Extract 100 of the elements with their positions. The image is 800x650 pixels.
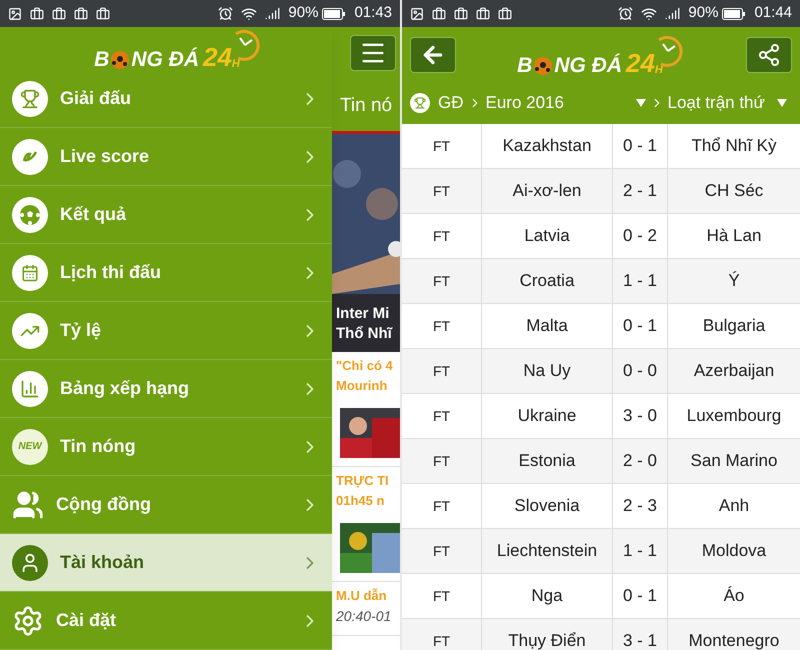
match-score: 0 - 1 xyxy=(613,304,668,348)
match-status: FT xyxy=(402,484,482,528)
new-badge: NEW xyxy=(12,428,48,464)
match-score: 1 - 1 xyxy=(613,529,668,573)
menu-label: Live score xyxy=(60,145,150,168)
menu-label: Bảng xếp hạng xyxy=(60,377,190,400)
match-row[interactable]: FT Kazakhstan 0 - 1 Thổ Nhĩ Kỳ xyxy=(402,124,800,169)
share-button[interactable] xyxy=(746,36,792,72)
briefcase-icon xyxy=(454,6,468,20)
match-score: 2 - 1 xyxy=(613,169,668,213)
match-row[interactable]: FT Liechtenstein 1 - 1 Moldova xyxy=(402,529,800,574)
gallery-icon xyxy=(8,6,22,20)
match-row[interactable]: FT Estonia 2 - 0 San Marino xyxy=(402,439,800,484)
menu-label: Kết quả xyxy=(60,203,128,226)
menu-icon xyxy=(12,80,48,116)
briefcase-icon xyxy=(96,6,110,20)
logo-number: 24 xyxy=(626,50,655,76)
menu-item[interactable]: Tài khoản xyxy=(0,534,332,592)
account-icon xyxy=(12,544,48,580)
match-row[interactable]: FT Latvia 0 - 2 Hà Lan xyxy=(402,214,800,259)
menu-label: Lịch thi đấu xyxy=(60,261,162,284)
wifi-icon xyxy=(241,6,258,22)
away-team: Anh xyxy=(718,495,750,518)
match-score: 3 - 1 xyxy=(613,619,668,650)
menu-label: Cộng đồng xyxy=(56,493,152,516)
menu-icon xyxy=(12,312,48,348)
match-row[interactable]: FT Slovenia 2 - 3 Anh xyxy=(402,484,800,529)
match-status: FT xyxy=(402,259,482,303)
menu-label: Cài đặt xyxy=(56,609,118,632)
menu-button[interactable] xyxy=(350,35,396,71)
breadcrumb-root: GĐ xyxy=(438,92,464,114)
match-score: 3 - 0 xyxy=(613,394,668,438)
home-team: Nga xyxy=(482,574,613,618)
match-row[interactable]: FT Nga 0 - 1 Áo xyxy=(402,574,800,619)
away-team: San Marino xyxy=(690,450,778,472)
away-team: Hà Lan xyxy=(706,225,762,248)
match-status: FT xyxy=(402,394,482,438)
match-status: FT xyxy=(402,439,482,483)
article-title: 01h45 n xyxy=(336,492,386,510)
dropdown-icon xyxy=(636,99,646,107)
menu-icon xyxy=(12,254,48,290)
briefcase-icon xyxy=(498,6,512,20)
article-title: Mourinh xyxy=(336,377,388,395)
clock-time: 01:43 xyxy=(354,3,392,24)
match-row[interactable]: FT Ukraine 3 - 0 Luxembourg xyxy=(402,394,800,439)
menu-icon xyxy=(12,138,48,174)
battery-percent: 90% xyxy=(288,3,318,24)
share-icon xyxy=(757,42,781,66)
alarm-icon xyxy=(618,6,634,21)
match-row[interactable]: FT Ai-xơ-len 2 - 1 CH Séc xyxy=(402,169,800,214)
match-row[interactable]: FT Thụy Điển 3 - 1 Montenegro xyxy=(402,619,800,650)
logo-text: NG ĐÁ xyxy=(131,48,199,70)
section-title: Tin nó xyxy=(340,94,392,118)
menu-icon xyxy=(12,196,48,232)
home-team: Slovenia xyxy=(482,484,613,528)
match-score: 2 - 0 xyxy=(613,439,668,483)
home-team: Latvia xyxy=(482,214,613,258)
match-row[interactable]: FT Na Uy 0 - 0 Azerbaijan xyxy=(402,349,800,394)
settings-icon xyxy=(12,604,44,636)
briefcase-icon xyxy=(432,6,446,20)
logo-number: 24 xyxy=(202,44,232,70)
logo-suffix: H xyxy=(232,58,240,70)
article-title: TRỰC TI xyxy=(336,472,390,490)
away-team: Thổ Nhĩ Kỳ xyxy=(690,135,778,158)
logo-suffix: H xyxy=(654,64,663,76)
away-team: Azerbaijan xyxy=(692,360,776,382)
home-team: Croatia xyxy=(482,259,613,303)
match-score: 0 - 1 xyxy=(613,574,668,618)
home-team: Malta xyxy=(482,304,613,348)
wifi-icon xyxy=(641,6,658,22)
briefcase-icon xyxy=(476,6,490,20)
away-team: Bulgaria xyxy=(702,315,766,338)
match-status: FT xyxy=(402,349,482,393)
back-button[interactable] xyxy=(410,36,456,72)
trophy-icon xyxy=(410,93,430,113)
away-team: CH Séc xyxy=(704,180,764,202)
away-team: Ý xyxy=(727,270,741,292)
away-team: Moldova xyxy=(700,540,768,562)
menu-label: Tài khoản xyxy=(60,551,146,574)
match-status: FT xyxy=(402,124,482,168)
away-team: Áo xyxy=(722,585,746,608)
article-title: "Chỉ có 4 xyxy=(336,357,394,375)
match-row[interactable]: FT Croatia 1 - 1 Ý xyxy=(402,259,800,304)
gallery-icon xyxy=(410,6,424,20)
battery-icon xyxy=(322,8,346,20)
match-score: 1 - 1 xyxy=(613,259,668,303)
logo-text: NG ĐÁ xyxy=(554,54,622,76)
logo-text: B xyxy=(517,54,532,76)
briefcase-icon xyxy=(74,6,88,20)
headline-text: Thổ Nhĩ xyxy=(336,324,392,344)
home-team: Ai-xơ-len xyxy=(482,169,613,213)
match-status: FT xyxy=(402,529,482,573)
battery-icon xyxy=(722,8,746,20)
match-score: 2 - 3 xyxy=(613,484,668,528)
home-team: Na Uy xyxy=(482,349,613,393)
ball-icon xyxy=(533,56,554,76)
home-team: Thụy Điển xyxy=(482,619,613,650)
match-status: FT xyxy=(402,619,482,650)
match-row[interactable]: FT Malta 0 - 1 Bulgaria xyxy=(402,304,800,349)
match-status: FT xyxy=(402,304,482,348)
